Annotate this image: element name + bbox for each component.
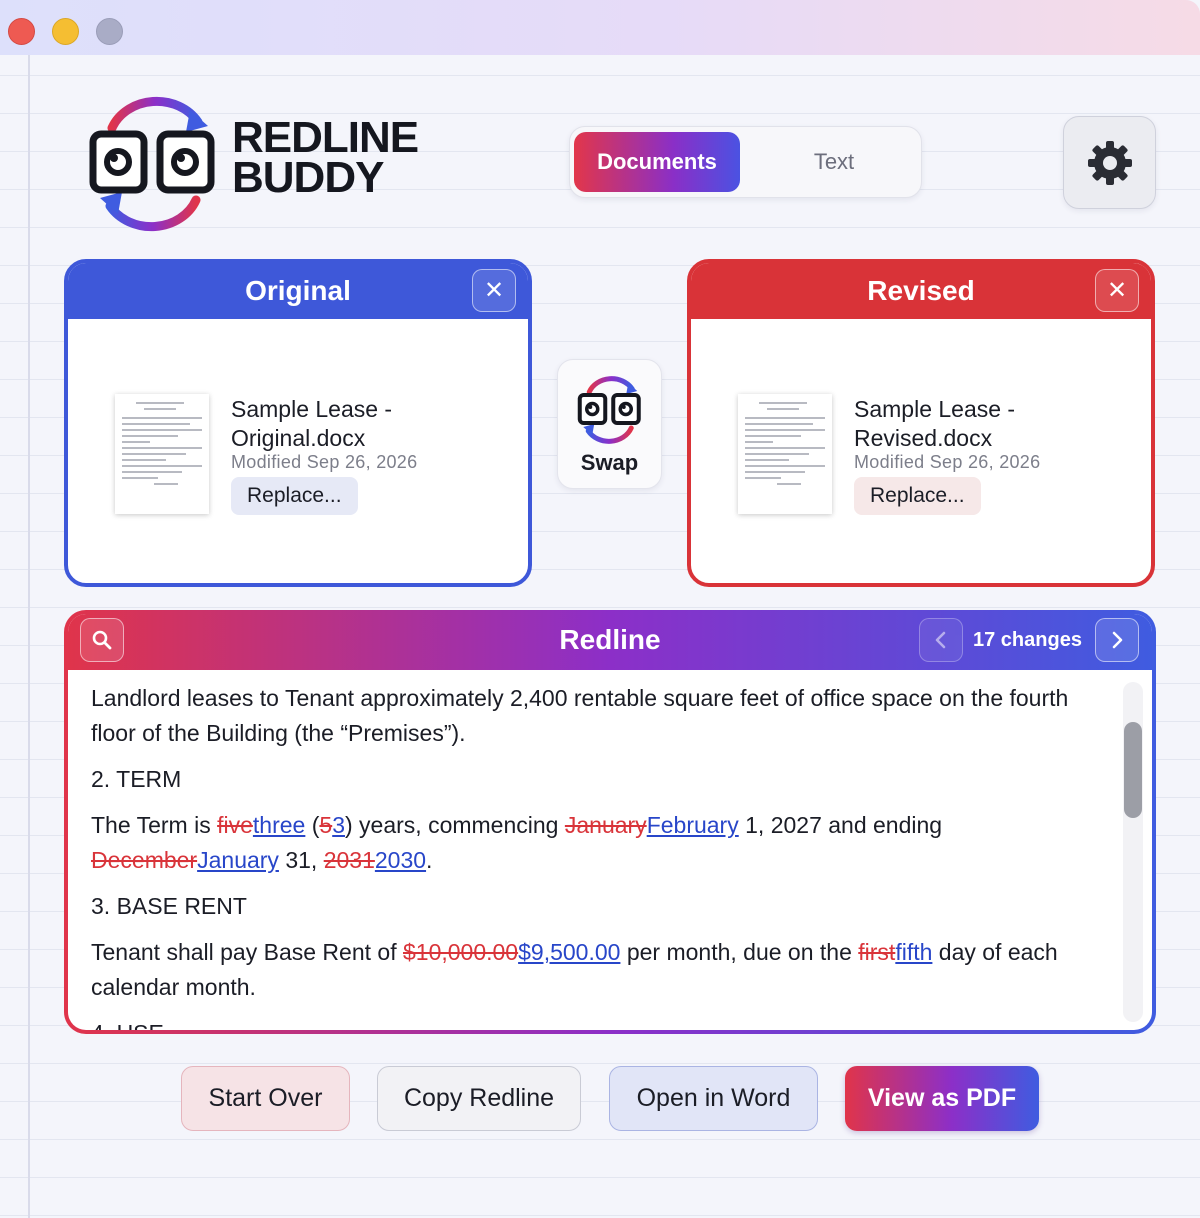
insertion: 2030 <box>374 847 427 873</box>
text-run: ) years, commencing <box>345 812 565 838</box>
close-window-button[interactable] <box>8 18 35 45</box>
copy-redline-button[interactable]: Copy Redline <box>377 1066 581 1131</box>
swap-icon <box>577 376 641 444</box>
close-icon: ✕ <box>1106 277 1128 304</box>
text-run: . <box>426 847 433 873</box>
original-document-card[interactable]: Original ✕ Sample Lease - Original.docx … <box>64 259 532 587</box>
swap-label: Swap <box>580 450 639 475</box>
zoom-window-button[interactable] <box>96 18 123 45</box>
replace-original-button[interactable]: Replace... <box>231 477 358 515</box>
insertion: $9,500.00 <box>518 939 621 965</box>
chevron-right-icon <box>1112 631 1123 649</box>
tab-text[interactable]: Text <box>750 132 918 192</box>
deletion: January <box>564 812 647 838</box>
revised-document-card[interactable]: Revised ✕ Sample Lease - Revised.docx Mo… <box>687 259 1155 587</box>
text-run: The Term is <box>91 812 218 838</box>
original-modified-date: Modified Sep 26, 2026 <box>231 452 418 472</box>
next-change-button[interactable] <box>1095 618 1139 662</box>
window-titlebar <box>0 0 1200 55</box>
start-over-button[interactable]: Start Over <box>181 1066 350 1131</box>
revised-file-name-line2: Revised.docx <box>854 425 993 451</box>
deletion: December <box>91 847 198 873</box>
redline-header: Redline 17 changes <box>68 614 1152 670</box>
remove-original-button[interactable]: ✕ <box>472 269 516 312</box>
open-in-word-button[interactable]: Open in Word <box>609 1066 818 1131</box>
revised-card-title: Revised <box>867 275 975 306</box>
settings-button[interactable] <box>1063 116 1156 209</box>
original-file-name-line2: Original.docx <box>231 425 366 451</box>
insertion: fifth <box>895 939 933 965</box>
deletion: 5 <box>319 812 333 838</box>
section-heading-base-rent: 3. BASE RENT <box>91 893 247 919</box>
deletion: $10,000.00 <box>402 939 519 965</box>
deletion: five <box>217 812 253 838</box>
tab-documents[interactable]: Documents <box>574 132 740 192</box>
section-heading-use: 4. USE <box>91 1016 1091 1030</box>
text-run: Tenant shall pay Base Rent of <box>91 939 403 965</box>
original-file-name: Sample Lease - Original.docx <box>231 395 392 453</box>
redline-buddy-logo-icon <box>89 96 215 232</box>
search-icon <box>92 630 112 650</box>
revised-document-thumbnail <box>738 394 832 514</box>
original-document-thumbnail <box>115 394 209 514</box>
app-logo: REDLINE BUDDY <box>86 92 426 232</box>
redline-content: Landlord leases to Tenant approximately … <box>91 681 1091 1030</box>
change-count: 17 changes <box>973 628 1082 651</box>
swap-button[interactable]: Swap <box>557 359 662 489</box>
chevron-left-icon <box>935 631 946 649</box>
insertion: February <box>646 812 739 838</box>
text-run: 1, 2027 and ending <box>738 812 943 838</box>
revised-card-header: Revised ✕ <box>691 263 1151 319</box>
text-run: ( <box>305 812 320 838</box>
original-file-name-line1: Sample Lease - <box>231 396 393 422</box>
text-run: per month, due on the <box>620 939 859 965</box>
deletion: first <box>858 939 896 965</box>
previous-change-button[interactable] <box>919 618 963 662</box>
revised-file-name-line1: Sample Lease - <box>854 396 1016 422</box>
close-icon: ✕ <box>483 277 505 304</box>
revised-file-name: Sample Lease - Revised.docx <box>854 395 1015 453</box>
redline-panel: Redline 17 changes Landlord leases to Te… <box>64 610 1156 1034</box>
search-button[interactable] <box>80 618 124 662</box>
revised-modified-date: Modified Sep 26, 2026 <box>854 452 1041 472</box>
app-wordmark: REDLINE BUDDY <box>232 113 419 202</box>
insertion: January <box>197 847 279 873</box>
logo-line-2: BUDDY <box>232 153 384 202</box>
redline-scrollbar-thumb[interactable] <box>1124 722 1142 818</box>
remove-revised-button[interactable]: ✕ <box>1095 269 1139 312</box>
text-run: 31, <box>278 847 324 873</box>
section-heading-term: 2. TERM <box>91 766 182 792</box>
logo-line-1: REDLINE <box>232 113 419 162</box>
insertion: 3 <box>332 812 345 838</box>
mode-segmented-control: Documents Text <box>569 126 922 198</box>
gear-icon <box>1087 140 1132 185</box>
minimize-window-button[interactable] <box>52 18 79 45</box>
redline-title: Redline <box>559 624 661 655</box>
redline-paragraph: Landlord leases to Tenant approximately … <box>91 685 1069 746</box>
deletion: 2031 <box>323 847 375 873</box>
original-card-title: Original <box>245 275 351 306</box>
redline-paragraph-term: The Term is fivethree (53) years, commen… <box>91 808 1091 878</box>
insertion: three <box>252 812 306 838</box>
redline-paragraph-rent: Tenant shall pay Base Rent of $10,000.00… <box>91 935 1091 1005</box>
original-card-header: Original ✕ <box>68 263 528 319</box>
view-as-pdf-button[interactable]: View as PDF <box>845 1066 1039 1131</box>
replace-revised-button[interactable]: Replace... <box>854 477 981 515</box>
